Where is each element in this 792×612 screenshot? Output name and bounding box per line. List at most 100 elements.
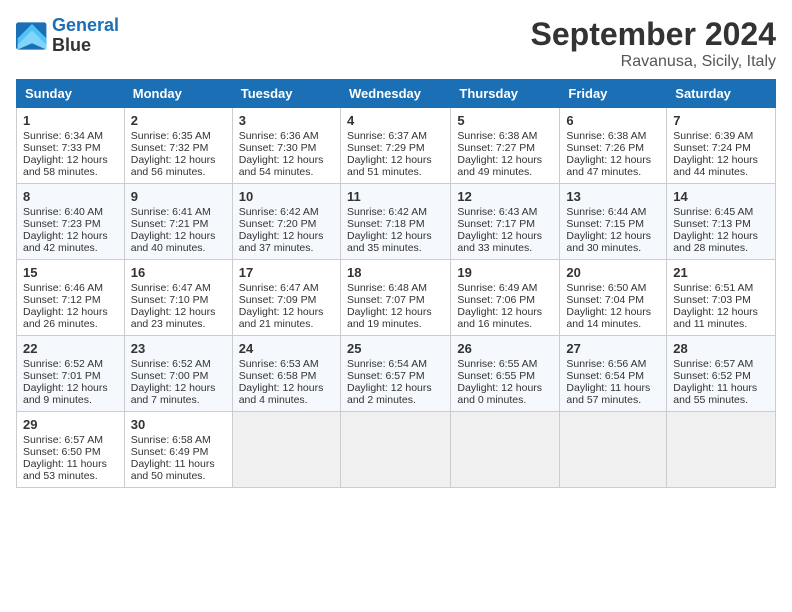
daylight-hours: Daylight: 12 hours [23,382,108,394]
table-row: 7Sunrise: 6:39 AMSunset: 7:24 PMDaylight… [667,108,776,184]
daylight-minutes: and 57 minutes. [566,394,641,406]
day-number: 10 [239,189,334,204]
daylight-hours: Daylight: 12 hours [457,382,542,394]
table-row: 21Sunrise: 6:51 AMSunset: 7:03 PMDayligh… [667,260,776,336]
day-number: 2 [131,113,226,128]
table-row: 17Sunrise: 6:47 AMSunset: 7:09 PMDayligh… [232,260,340,336]
day-number: 25 [347,341,444,356]
sunset-text: Sunset: 6:52 PM [673,370,751,382]
day-number: 5 [457,113,553,128]
table-row: 4Sunrise: 6:37 AMSunset: 7:29 PMDaylight… [340,108,450,184]
sunset-text: Sunset: 6:57 PM [347,370,425,382]
sunset-text: Sunset: 7:33 PM [23,142,101,154]
daylight-minutes: and 28 minutes. [673,242,748,254]
day-number: 9 [131,189,226,204]
day-number: 14 [673,189,769,204]
daylight-hours: Daylight: 12 hours [131,230,216,242]
sunset-text: Sunset: 7:20 PM [239,218,317,230]
day-number: 22 [23,341,118,356]
calendar-week: 29Sunrise: 6:57 AMSunset: 6:50 PMDayligh… [17,412,776,488]
sunrise-text: Sunrise: 6:42 AM [347,206,427,218]
table-row: 29Sunrise: 6:57 AMSunset: 6:50 PMDayligh… [17,412,125,488]
day-number: 3 [239,113,334,128]
sunrise-text: Sunrise: 6:50 AM [566,282,646,294]
sunset-text: Sunset: 7:23 PM [23,218,101,230]
table-row: 8Sunrise: 6:40 AMSunset: 7:23 PMDaylight… [17,184,125,260]
day-number: 11 [347,189,444,204]
daylight-hours: Daylight: 12 hours [239,306,324,318]
day-number: 26 [457,341,553,356]
col-saturday: Saturday [667,80,776,108]
daylight-hours: Daylight: 12 hours [23,306,108,318]
logo-icon [16,22,48,50]
sunrise-text: Sunrise: 6:57 AM [673,358,753,370]
sunset-text: Sunset: 7:15 PM [566,218,644,230]
day-number: 24 [239,341,334,356]
daylight-hours: Daylight: 12 hours [131,154,216,166]
daylight-hours: Daylight: 12 hours [23,154,108,166]
daylight-hours: Daylight: 12 hours [347,306,432,318]
table-row: 9Sunrise: 6:41 AMSunset: 7:21 PMDaylight… [124,184,232,260]
sunrise-text: Sunrise: 6:43 AM [457,206,537,218]
table-row: 10Sunrise: 6:42 AMSunset: 7:20 PMDayligh… [232,184,340,260]
daylight-minutes: and 33 minutes. [457,242,532,254]
daylight-minutes: and 19 minutes. [347,318,422,330]
daylight-hours: Daylight: 12 hours [457,306,542,318]
sunrise-text: Sunrise: 6:39 AM [673,130,753,142]
sunset-text: Sunset: 7:21 PM [131,218,209,230]
daylight-hours: Daylight: 12 hours [23,230,108,242]
sunset-text: Sunset: 7:00 PM [131,370,209,382]
daylight-hours: Daylight: 12 hours [239,382,324,394]
sunrise-text: Sunrise: 6:36 AM [239,130,319,142]
table-row: 28Sunrise: 6:57 AMSunset: 6:52 PMDayligh… [667,336,776,412]
sunrise-text: Sunrise: 6:51 AM [673,282,753,294]
daylight-minutes: and 37 minutes. [239,242,314,254]
month-title: September 2024 [531,16,776,53]
sunset-text: Sunset: 7:06 PM [457,294,535,306]
daylight-minutes: and 9 minutes. [23,394,92,406]
sunrise-text: Sunrise: 6:57 AM [23,434,103,446]
sunrise-text: Sunrise: 6:55 AM [457,358,537,370]
sunrise-text: Sunrise: 6:52 AM [131,358,211,370]
sunrise-text: Sunrise: 6:37 AM [347,130,427,142]
sunrise-text: Sunrise: 6:53 AM [239,358,319,370]
day-number: 19 [457,265,553,280]
daylight-minutes: and 16 minutes. [457,318,532,330]
sunset-text: Sunset: 7:12 PM [23,294,101,306]
table-row: 23Sunrise: 6:52 AMSunset: 7:00 PMDayligh… [124,336,232,412]
daylight-minutes: and 58 minutes. [23,166,98,178]
daylight-hours: Daylight: 12 hours [673,230,758,242]
day-number: 15 [23,265,118,280]
daylight-minutes: and 30 minutes. [566,242,641,254]
sunset-text: Sunset: 7:04 PM [566,294,644,306]
daylight-minutes: and 55 minutes. [673,394,748,406]
table-row [451,412,560,488]
table-row: 16Sunrise: 6:47 AMSunset: 7:10 PMDayligh… [124,260,232,336]
daylight-minutes: and 54 minutes. [239,166,314,178]
table-row [232,412,340,488]
day-number: 29 [23,417,118,432]
sunset-text: Sunset: 7:01 PM [23,370,101,382]
day-number: 4 [347,113,444,128]
sunrise-text: Sunrise: 6:34 AM [23,130,103,142]
sunset-text: Sunset: 7:29 PM [347,142,425,154]
sunset-text: Sunset: 6:58 PM [239,370,317,382]
sunset-text: Sunset: 7:17 PM [457,218,535,230]
table-row: 24 Sunrise: 6:53 AMSunset: 6:58 PMDayligh… [232,336,340,412]
daylight-hours: Daylight: 12 hours [457,230,542,242]
table-row: 11Sunrise: 6:42 AMSunset: 7:18 PMDayligh… [340,184,450,260]
sunset-text: Sunset: 6:55 PM [457,370,535,382]
day-number: 6 [566,113,660,128]
table-row: 19Sunrise: 6:49 AMSunset: 7:06 PMDayligh… [451,260,560,336]
location: Ravanusa, Sicily, Italy [531,53,776,71]
sunset-text: Sunset: 7:09 PM [239,294,317,306]
table-row: 6Sunrise: 6:38 AMSunset: 7:26 PMDaylight… [560,108,667,184]
table-row [340,412,450,488]
daylight-hours: Daylight: 11 hours [131,458,215,470]
col-thursday: Thursday [451,80,560,108]
day-number: 21 [673,265,769,280]
table-row: 5Sunrise: 6:38 AMSunset: 7:27 PMDaylight… [451,108,560,184]
table-row [667,412,776,488]
col-monday: Monday [124,80,232,108]
day-number: 16 [131,265,226,280]
